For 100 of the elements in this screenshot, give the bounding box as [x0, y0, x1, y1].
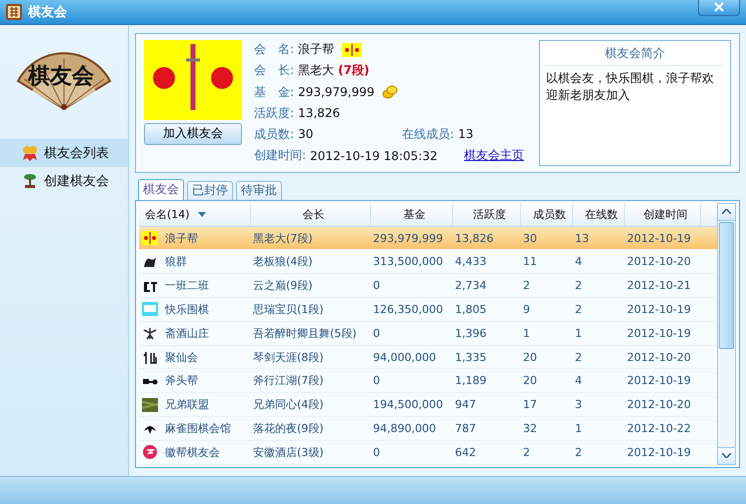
table-cell: 吾若醉时卿且舞(5段) [253, 326, 357, 341]
table-cell: 11 [523, 255, 537, 268]
table-cell: 642 [455, 446, 476, 459]
field-label: 会 长: [254, 62, 294, 80]
column-header[interactable]: 活跃度 [453, 202, 521, 226]
table-row[interactable]: 聚仙会 琴剑天涯(8段) 94,000,000 1,335 20 2 2012-10-20 [139, 346, 717, 370]
table-cell: 一班二班 [165, 278, 209, 294]
window-title: 棋友会 [28, 4, 68, 21]
table-cell: 1,805 [455, 302, 486, 316]
column-header[interactable]: 会长 [251, 202, 371, 226]
table-cell: 126,350,000 [373, 302, 443, 316]
table-cell: 94,000,000 [373, 350, 436, 364]
field-value: 13,826 [298, 106, 340, 120]
table-cell: 斧行江湖(7段) [253, 373, 324, 388]
scroll-thumb[interactable] [719, 222, 734, 349]
table-cell: 2012-10-20 [627, 398, 691, 412]
table-cell: 30 [523, 232, 537, 245]
medal-icon [22, 144, 38, 161]
field-value: 13 [458, 127, 474, 142]
table-cell: 琴剑天涯(8段) [253, 350, 324, 365]
table-cell: 2 [575, 302, 582, 316]
table-cell: 32 [523, 422, 537, 435]
join-button[interactable]: 加入棋友会 [144, 122, 242, 145]
table-cell: 徽帮棋友会 [165, 444, 220, 460]
table-cell: 0 [373, 446, 380, 459]
table-cell: 947 [455, 398, 476, 412]
table-cell: 狼群 [165, 254, 187, 270]
homepage-link[interactable]: 棋友会主页 [464, 147, 524, 164]
table-cell: 1 [523, 326, 530, 340]
club-emblem-icon [142, 254, 158, 269]
table-row[interactable]: 斧头帮 斧行江湖(7段) 0 1,189 20 4 2012-10-19 [139, 369, 717, 394]
table-cell: 13 [575, 232, 589, 245]
column-header[interactable]: 在线数 [573, 202, 625, 226]
tab[interactable]: 棋友会 [138, 178, 184, 200]
flag-icon [342, 42, 362, 57]
table-cell: 1,335 [455, 350, 486, 364]
field-label: 活跃度: [254, 104, 294, 122]
table-cell: 2,734 [455, 279, 486, 292]
table-cell: 1,189 [455, 374, 486, 388]
table-cell: 293,979,999 [373, 232, 443, 245]
field-value: 293,979,999 [298, 85, 374, 100]
table-cell: 黑老大(7段) [253, 230, 313, 246]
tab[interactable]: 已封停 [187, 180, 233, 200]
bonsai-icon [22, 172, 38, 189]
table-cell: 快乐围棋 [165, 302, 209, 317]
table-cell: 2012-10-19 [627, 232, 691, 245]
close-button[interactable] [698, 0, 740, 16]
club-emblem-icon [142, 445, 158, 460]
tab[interactable]: 待审批 [236, 180, 282, 200]
close-icon [714, 2, 724, 12]
field-label: 在线成员: [402, 126, 454, 143]
field-label: 成员数: [254, 126, 294, 143]
board-icon [6, 4, 22, 20]
column-header[interactable]: 成员数 [521, 202, 573, 226]
table-cell: 0 [373, 374, 380, 388]
scroll-down-icon [722, 453, 731, 458]
table-cell: 2 [523, 446, 530, 459]
table-row[interactable]: 狼群 老板狼(4段) 313,500,000 4,433 11 4 2012-10-20 [139, 250, 717, 274]
table-cell: 17 [523, 398, 537, 412]
table-cell: 斋酒山庄 [165, 326, 209, 341]
field-value: 30 [298, 127, 314, 142]
table-cell: 兄弟同心(4段) [253, 397, 324, 412]
table-cell: 2012-10-20 [627, 350, 691, 364]
table-cell: 194,500,000 [373, 398, 443, 412]
table-cell: 2012-10-20 [627, 255, 691, 268]
table-row[interactable]: 麻雀围棋会馆 落花的夜(9段) 94,890,000 787 32 1 2012-10-22 [139, 417, 717, 441]
intro-text: 以棋会友，快乐围棋，浪子帮欢迎新老朋友加入 [546, 70, 715, 104]
table-cell: 0 [373, 326, 380, 340]
table-row[interactable]: 浪子帮 黑老大(7段) 293,979,999 13,826 30 13 2012-10-19 [139, 226, 717, 250]
table-cell: 2 [575, 279, 582, 292]
table-cell: 2 [575, 446, 582, 459]
field-label: 基 金: [254, 84, 294, 101]
table-row[interactable]: 一班二班 云之巅(9段) 0 2,734 2 2 2012-10-21 [139, 274, 717, 298]
column-header[interactable]: 会名(14) [139, 202, 251, 226]
table-cell: 兄弟联盟 [165, 397, 209, 412]
table-row[interactable]: 快乐围棋 思瑞宝贝(1段) 126,350,000 1,805 9 2 2012-10-19 [139, 298, 717, 322]
table-cell: 9 [523, 302, 530, 316]
sidebar-item[interactable]: 创建棋友会 [0, 166, 128, 195]
table-cell: 0 [373, 279, 380, 292]
table-cell: 聚仙会 [165, 350, 198, 365]
table-row[interactable]: 斋酒山庄 吾若醉时卿且舞(5段) 0 1,396 1 1 2012-10-19 [139, 322, 717, 346]
intro-title: 棋友会简介 [546, 44, 724, 66]
table-cell: 20 [523, 350, 537, 364]
table-cell: 1 [575, 422, 582, 435]
column-header[interactable]: 基金 [371, 202, 453, 226]
column-header[interactable]: 创建时间 [625, 202, 701, 226]
table-row[interactable]: 兄弟联盟 兄弟同心(4段) 194,500,000 947 17 3 2012-10-20 [139, 393, 717, 418]
table-cell: 安徽酒店(3级) [253, 444, 324, 460]
table-cell: 1,396 [455, 326, 486, 340]
scrollbar[interactable] [717, 202, 736, 465]
table-row[interactable]: 徽帮棋友会 安徽酒店(3级) 0 642 2 2 2012-10-19 [139, 440, 717, 465]
sidebar-item[interactable]: 棋友会列表 [0, 138, 128, 167]
table-cell: 2012-10-19 [627, 374, 691, 388]
club-emblem-icon [142, 231, 158, 246]
table-cell: 13,826 [455, 232, 494, 245]
table-cell: 落花的夜(9段) [253, 420, 324, 436]
field-label: 创建时间: [254, 147, 306, 164]
table-cell: 4 [575, 374, 582, 388]
table-cell: 2 [523, 279, 530, 292]
field-value: 黑老大 [298, 62, 334, 80]
